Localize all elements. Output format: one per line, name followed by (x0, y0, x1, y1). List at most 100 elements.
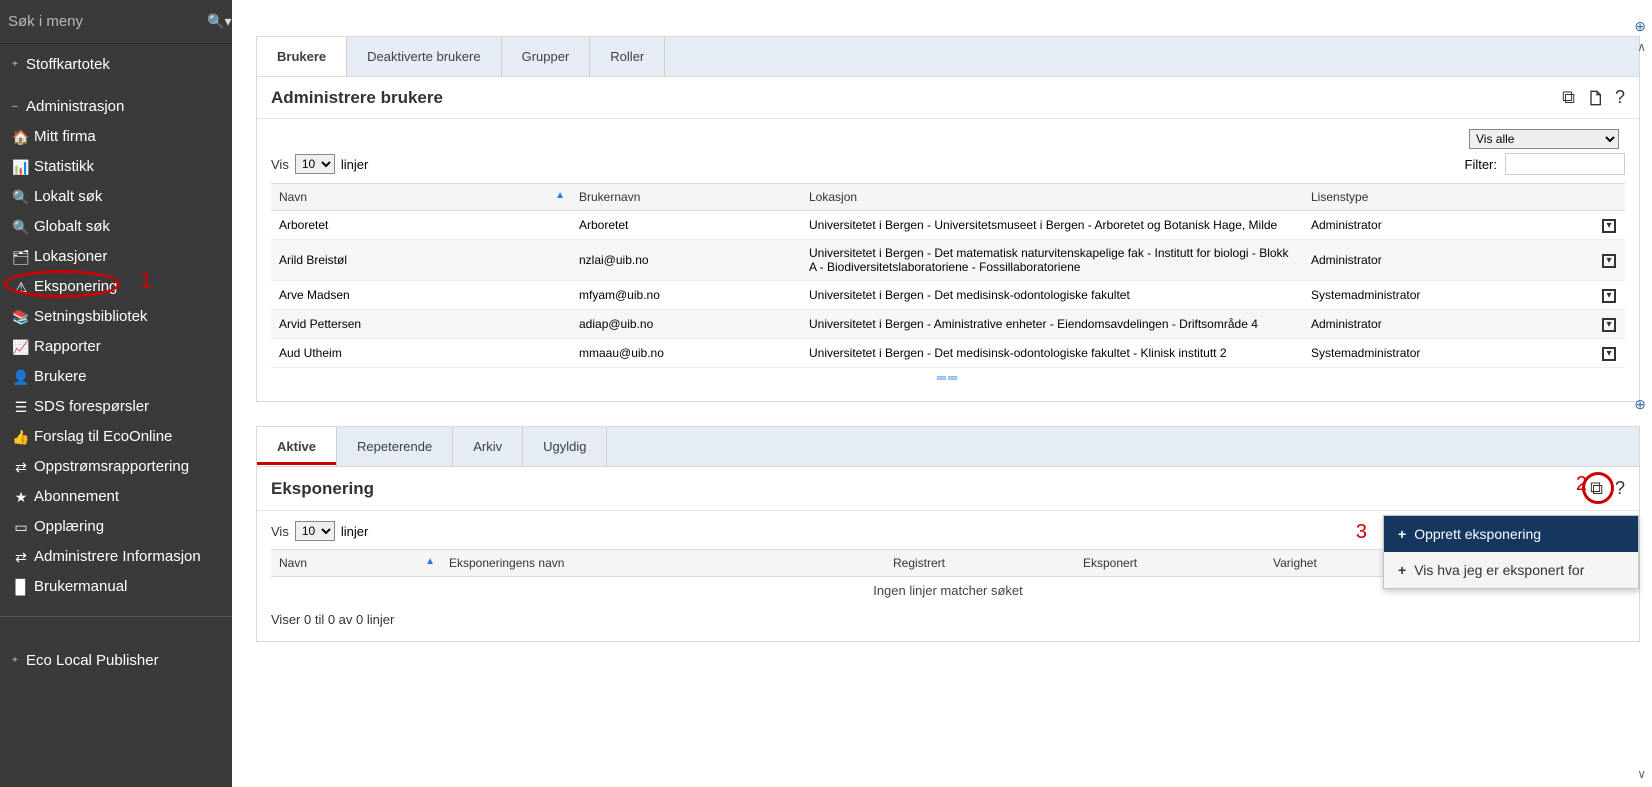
sidebar-item-forslag[interactable]: 👍 Forslag til EcoOnline (0, 422, 232, 452)
menu-opprett-eksponering[interactable]: + Opprett eksponering (1384, 516, 1638, 552)
row-action-icon[interactable]: ▾ (1593, 281, 1625, 310)
exchange-icon: ⇄ (12, 456, 30, 478)
cell-name: Arvid Pettersen (271, 310, 571, 339)
actions-dropdown-icon[interactable]: ⧉ (1590, 478, 1603, 499)
cell-location: Universitetet i Bergen - Aministrative e… (801, 310, 1303, 339)
sidebar-section-stoffkartotek[interactable]: + Stoffkartotek (0, 50, 232, 80)
thumb-up-icon: 👍 (12, 426, 30, 448)
col-registrert[interactable]: Registrert (885, 550, 1075, 577)
tab-ugyldig[interactable]: Ugyldig (523, 427, 607, 466)
search-input[interactable] (8, 13, 207, 30)
col-brukernavn[interactable]: Brukernavn (571, 184, 801, 211)
sidebar-item-label: SDS forespørsler (34, 396, 149, 418)
plus-icon: + (1398, 526, 1406, 542)
pdf-export-icon[interactable] (1587, 87, 1603, 108)
cell-name: Arve Madsen (271, 281, 571, 310)
report-icon: 📈 (12, 336, 30, 358)
menu-label: Opprett eksponering (1414, 526, 1541, 542)
sidebar-item-label: Lokalt søk (34, 186, 102, 208)
cell-name: Arboretet (271, 211, 571, 240)
cell-name: Aud Utheim (271, 339, 571, 368)
resize-handle[interactable]: ══ (271, 368, 1625, 387)
star-icon: ★ (12, 486, 30, 508)
sidebar-item-eksponering[interactable]: ⚠ Eksponering 1 (0, 272, 232, 302)
main-content: ⊕ ∧ Brukere Deaktiverte brukere Grupper … (232, 0, 1652, 787)
sidebar-item-brukermanual[interactable]: ▉ Brukermanual (0, 572, 232, 602)
col-navn[interactable]: Navn (271, 184, 571, 211)
training-icon: ▭ (12, 516, 30, 538)
exchange-icon: ⇄ (12, 546, 30, 568)
sidebar-item-label: Lokasjoner (34, 246, 107, 268)
add-panel-icon[interactable]: ⊕ (1634, 396, 1646, 413)
sidebar-item-sds[interactable]: ☰ SDS forespørsler (0, 392, 232, 422)
col-navn[interactable]: Navn (271, 550, 441, 577)
lines-label: linjer (341, 524, 368, 539)
sidebar-item-rapporter[interactable]: 📈 Rapporter (0, 332, 232, 362)
sidebar-item-statistikk[interactable]: 📊 Statistikk (0, 152, 232, 182)
sidebar-item-label: Abonnement (34, 486, 119, 508)
col-lokasjon[interactable]: Lokasjon (801, 184, 1303, 211)
menu-vis-eksponert[interactable]: + Vis hva jeg er eksponert for (1384, 552, 1638, 588)
sidebar-item-oppstroms[interactable]: ⇄ Oppstrømsrapportering (0, 452, 232, 482)
sidebar-item-setningsbibliotek[interactable]: 📚 Setningsbibliotek (0, 302, 232, 332)
page-size-select[interactable]: 10 (295, 521, 335, 541)
help-icon[interactable]: ? (1615, 87, 1625, 108)
scroll-down-icon[interactable]: ∨ (1637, 767, 1646, 781)
visibility-select[interactable]: Vis alle (1469, 129, 1619, 149)
tab-arkiv[interactable]: Arkiv (453, 427, 523, 466)
help-icon[interactable]: ? (1615, 478, 1625, 499)
sidebar-item-opplaering[interactable]: ▭ Opplæring (0, 512, 232, 542)
tab-brukere[interactable]: Brukere (257, 37, 347, 76)
row-action-icon[interactable]: ▾ (1593, 240, 1625, 281)
search-icon[interactable]: 🔍 (207, 13, 224, 30)
actions-dropdown-icon[interactable]: ⧉ (1562, 87, 1575, 108)
table-row[interactable]: Arve Madsenmfyam@uib.noUniversitetet i B… (271, 281, 1625, 310)
sidebar-item-brukere[interactable]: 👤 Brukere (0, 362, 232, 392)
cell-license: Systemadministrator (1303, 339, 1593, 368)
sidebar-item-lokalt-sok[interactable]: 🔍 Lokalt søk (0, 182, 232, 212)
sidebar-item-lokasjoner[interactable]: 🗂 Lokasjoner (0, 242, 232, 272)
sidebar-item-abonnement[interactable]: ★ Abonnement (0, 482, 232, 512)
book-icon: ▉ (12, 576, 30, 598)
table-row[interactable]: ArboretetArboretetUniversitetet i Bergen… (271, 211, 1625, 240)
table-row[interactable]: Arild Breistølnzlai@uib.noUniversitetet … (271, 240, 1625, 281)
cell-username: mfyam@uib.no (571, 281, 801, 310)
row-action-icon[interactable]: ▾ (1593, 339, 1625, 368)
section-label: Administrasjon (26, 96, 124, 118)
chevron-down-icon[interactable]: ▾ (224, 13, 231, 30)
sidebar-item-mitt-firma[interactable]: 🏠 Mitt firma (0, 122, 232, 152)
bar-chart-icon: 📊 (12, 156, 30, 178)
cell-name: Arild Breistøl (271, 240, 571, 281)
menu-label: Vis hva jeg er eksponert for (1414, 562, 1584, 578)
sidebar-section-admin[interactable]: – Administrasjon (0, 92, 232, 122)
sidebar-search: 🔍 ▾ (0, 0, 232, 44)
annotation-number-2: 2 (1576, 473, 1587, 496)
sidebar-item-globalt-sok[interactable]: 🔍 Globalt søk (0, 212, 232, 242)
page-size-select[interactable]: 10 (295, 154, 335, 174)
tab-deaktiverte[interactable]: Deaktiverte brukere (347, 37, 501, 76)
tab-aktive[interactable]: Aktive (257, 427, 337, 466)
tab-grupper[interactable]: Grupper (502, 37, 591, 76)
table-row[interactable]: Arvid Pettersenadiap@uib.noUniversitetet… (271, 310, 1625, 339)
sidebar-item-admin-info[interactable]: ⇄ Administrere Informasjon (0, 542, 232, 572)
add-panel-icon[interactable]: ⊕ (1634, 18, 1646, 35)
sidebar-item-label: Rapporter (34, 336, 101, 358)
tab-repeterende[interactable]: Repeterende (337, 427, 453, 466)
col-lisenstype[interactable]: Lisenstype (1303, 184, 1593, 211)
col-eksponeringens-navn[interactable]: Eksponeringens navn (441, 550, 885, 577)
search-icon: 🔍 (12, 186, 30, 208)
scroll-up-icon[interactable]: ∧ (1637, 40, 1646, 54)
row-action-icon[interactable]: ▾ (1593, 211, 1625, 240)
cell-username: nzlai@uib.no (571, 240, 801, 281)
sidebar-section-eco[interactable]: + Eco Local Publisher (0, 646, 232, 676)
row-action-icon[interactable]: ▾ (1593, 310, 1625, 339)
users-panel: Brukere Deaktiverte brukere Grupper Roll… (256, 36, 1640, 402)
cell-license: Administrator (1303, 211, 1593, 240)
users-panel-header: Administrere brukere ⧉ ? (257, 77, 1639, 119)
show-label: Vis (271, 157, 289, 172)
tab-roller[interactable]: Roller (590, 37, 665, 76)
col-eksponert[interactable]: Eksponert (1075, 550, 1265, 577)
table-row[interactable]: Aud Utheimmmaau@uib.noUniversitetet i Be… (271, 339, 1625, 368)
filter-input[interactable] (1505, 153, 1625, 175)
sidebar-item-label: Eksponering (34, 276, 117, 298)
